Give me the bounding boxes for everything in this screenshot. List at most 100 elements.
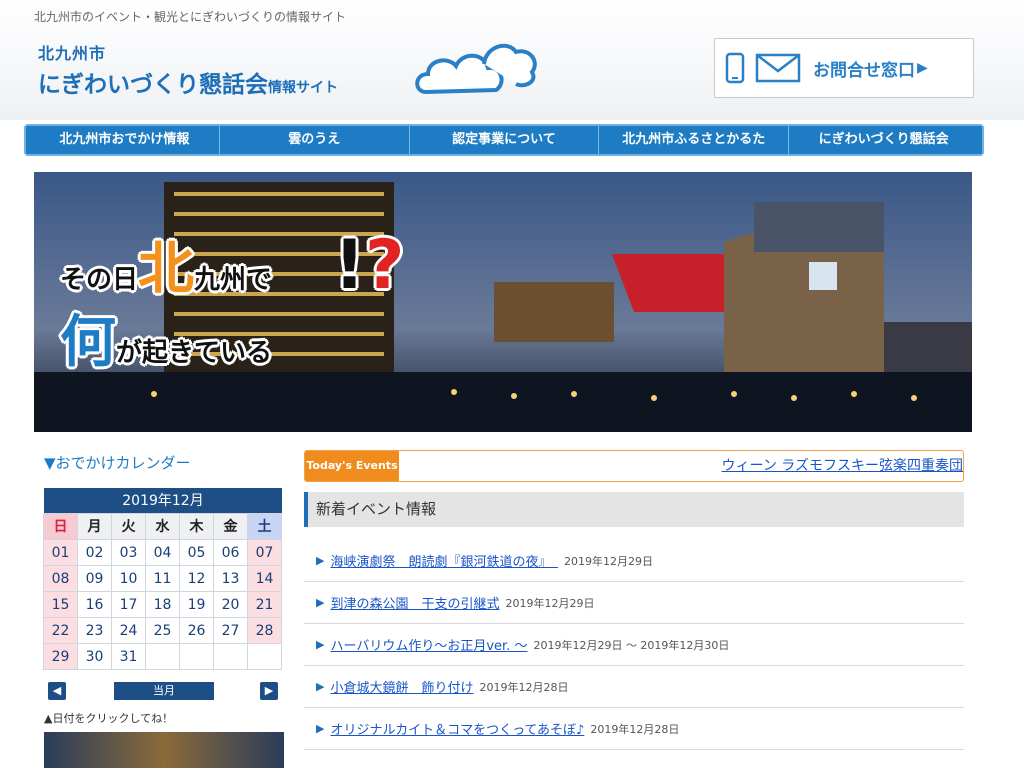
todays-events-label: Today's Events [305,451,399,481]
nav-item-kumonoue[interactable]: 雲のうえ [220,126,410,154]
list-item: ▶ 到津の森公園 干支の引継式 2019年12月29日 [304,582,964,624]
hero-catchphrase: その日北九州で 何が起きている [60,224,272,378]
site-tagline: 北九州市のイベント・観光とにぎわいづくりの情報サイト [34,10,347,24]
list-item: ▶ ハーバリウム作り～お正月ver. ～ 2019年12月29日 ～ 2019年… [304,624,964,666]
calendar-day[interactable]: 20 [213,591,248,618]
weekday-sun: 日 [43,513,78,540]
news-item-date: 2019年12月29日 ～ 2019年12月30日 [533,638,730,652]
contact-label: お問合せ窓口 [813,60,915,81]
weekday-mon: 月 [77,513,112,540]
calendar-grid: 日 月 火 水 木 金 土 01 02 03 04 05 06 07 08 09… [43,513,282,670]
news-item-link[interactable]: オリジナルカイト＆コマをつくってあそぼ♪ [330,719,584,738]
calendar-day[interactable]: 07 [247,539,282,566]
calendar-day-empty [213,643,248,670]
news-item-link[interactable]: ハーバリウム作り～お正月ver. ～ [330,635,527,654]
list-item: ▶ 小倉城大鏡餅 飾り付け 2019年12月28日 [304,666,964,708]
hero-text-okiteiru: が起きている [116,338,273,368]
calendar-day[interactable]: 30 [77,643,112,670]
weekday-fri: 金 [213,513,248,540]
calendar-next-button[interactable]: ▶ [260,682,278,700]
logo-title-main: にぎわいづくり懇話会 [38,72,268,98]
calendar-day[interactable]: 06 [213,539,248,566]
hero-marks: !? [334,226,404,305]
hero-text-nani: 何 [60,310,116,375]
mobile-phone-icon [725,52,745,84]
calendar-day[interactable]: 22 [43,617,78,644]
calendar-day[interactable]: 08 [43,565,78,592]
news-list: ▶ 海峡演劇祭 朗読劇『銀河鉄道の夜』 2019年12月29日 ▶ 到津の森公園… [304,540,964,750]
calendar-day[interactable]: 19 [179,591,214,618]
mail-icon [755,53,801,83]
list-item: ▶ オリジナルカイト＆コマをつくってあそぼ♪ 2019年12月28日 [304,708,964,750]
logo-title-suffix: 情報サイト [268,80,338,96]
calendar-day[interactable]: 13 [213,565,248,592]
weekday-sat: 土 [247,513,282,540]
calendar-day[interactable]: 14 [247,565,282,592]
calendar-day[interactable]: 27 [213,617,248,644]
calendar-day[interactable]: 11 [145,565,180,592]
calendar-day[interactable]: 03 [111,539,146,566]
hero-text-kita: 北 [138,237,195,302]
calendar-day[interactable]: 01 [43,539,78,566]
nav-item-odekake[interactable]: 北九州市おでかけ情報 [30,126,220,154]
global-nav: 北九州市おでかけ情報 雲のうえ 認定事業について 北九州市ふるさとかるた にぎわ… [24,124,984,156]
calendar-day[interactable]: 28 [247,617,282,644]
calendar-day-empty [247,643,282,670]
calendar-day[interactable]: 15 [43,591,78,618]
calendar-day-empty [145,643,180,670]
hero-banner: その日北九州で 何が起きている !? [34,172,972,432]
calendar-day[interactable]: 02 [77,539,112,566]
play-arrow-icon: ▶ [316,554,325,567]
news-item-link[interactable]: 小倉城大鏡餅 飾り付け [330,677,473,696]
nav-item-konwakai[interactable]: にぎわいづくり懇話会 [789,126,978,154]
news-heading: 新着イベント情報 [304,492,964,527]
play-arrow-icon: ▶ [316,638,325,651]
site-logo[interactable]: 北九州市 にぎわいづくり懇話会情報サイト [38,40,338,99]
contact-button[interactable]: お問合せ窓口 ▶ [714,38,974,98]
weekday-wed: 水 [145,513,180,540]
calendar-current-month-button[interactable]: 当月 [114,682,214,700]
nav-item-karuta[interactable]: 北九州市ふるさとかるた [599,126,790,154]
news-item-date: 2019年12月28日 [479,680,569,694]
calendar-day[interactable]: 10 [111,565,146,592]
calendar-day[interactable]: 25 [145,617,180,644]
news-item-date: 2019年12月29日 [563,554,653,568]
hero-text-kyushude: 九州で [194,265,273,295]
weekday-thu: 木 [179,513,214,540]
sidebar-banner-image[interactable] [44,732,284,768]
play-arrow-icon: ▶ [316,722,325,735]
calendar-day[interactable]: 31 [111,643,146,670]
calendar-day[interactable]: 21 [247,591,282,618]
news-item-link[interactable]: 海峡演劇祭 朗読劇『銀河鉄道の夜』 [330,551,558,570]
calendar-day[interactable]: 16 [77,591,112,618]
calendar-day[interactable]: 04 [145,539,180,566]
calendar-day[interactable]: 18 [145,591,180,618]
logo-title: にぎわいづくり懇話会情報サイト [38,65,338,99]
news-item-link[interactable]: 到津の森公園 干支の引継式 [330,593,499,612]
nav-item-nintei[interactable]: 認定事業について [410,126,600,154]
play-arrow-icon: ▶ [917,60,928,76]
todays-events-ticker-link[interactable]: ウィーン ラズモフスキー弦楽四重奏団 [399,451,963,481]
logo-city: 北九州市 [38,44,107,63]
calendar-day[interactable]: 12 [179,565,214,592]
list-item: ▶ 海峡演劇祭 朗読劇『銀河鉄道の夜』 2019年12月29日 [304,540,964,582]
hero-text-sonohi: その日 [60,265,139,295]
news-item-date: 2019年12月29日 [505,596,595,610]
calendar-day-empty [179,643,214,670]
calendar-prev-button[interactable]: ◀ [48,682,66,700]
todays-events-bar: Today's Events ウィーン ラズモフスキー弦楽四重奏団 [304,450,964,482]
calendar-day[interactable]: 24 [111,617,146,644]
calendar-day[interactable]: 23 [77,617,112,644]
calendar-day[interactable]: 29 [43,643,78,670]
calendar-day[interactable]: 17 [111,591,146,618]
calendar-day[interactable]: 26 [179,617,214,644]
hero-question: ? [365,226,405,305]
calendar-nav: ◀ 当月 ▶ [44,682,282,700]
weekday-tue: 火 [111,513,146,540]
cloud-icon [415,43,537,95]
calendar-day[interactable]: 05 [179,539,214,566]
play-arrow-icon: ▶ [316,596,325,609]
calendar-day[interactable]: 09 [77,565,112,592]
play-arrow-icon: ▶ [316,680,325,693]
calendar-title: ▼おでかけカレンダー [44,454,191,472]
